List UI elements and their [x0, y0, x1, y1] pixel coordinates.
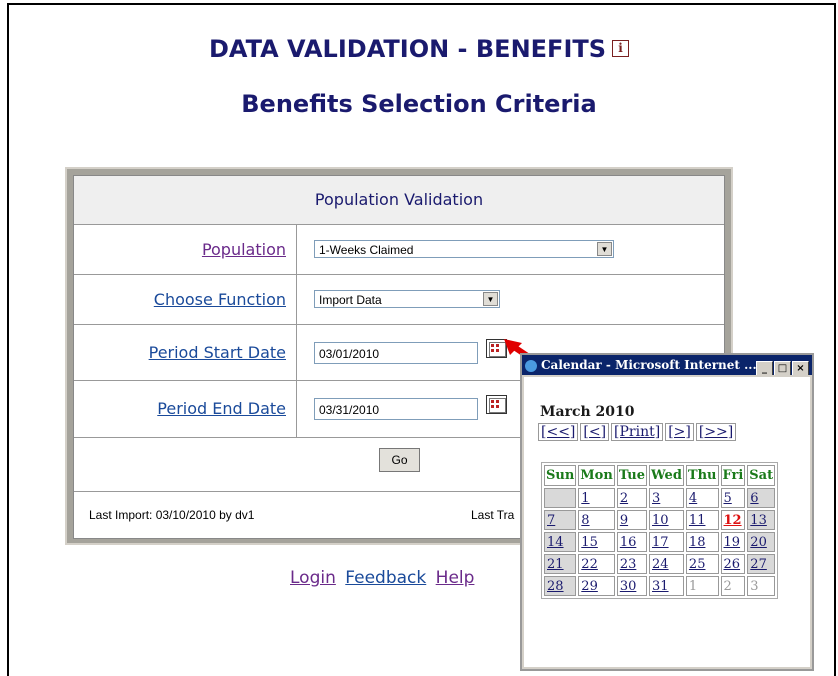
- page-title: DATA VALIDATION - BENEFITS i: [0, 35, 838, 63]
- weekday-header: Fri: [720, 465, 746, 486]
- weekday-header: Mon: [578, 465, 615, 486]
- calendar-day[interactable]: 22: [578, 554, 615, 574]
- calendar-day[interactable]: 11: [685, 510, 719, 530]
- calendar-day[interactable]: 25: [685, 554, 719, 574]
- calendar-icon[interactable]: [486, 395, 507, 414]
- calendar-day[interactable]: 3: [747, 576, 776, 596]
- calendar-day[interactable]: 15: [578, 532, 615, 552]
- last-transaction-text: Last Tra: [471, 508, 515, 522]
- popup-body: March 2010 [<<] [<] [Print] [>] [>>] Sun Mon T…: [524, 377, 810, 667]
- calendar-month: March 2010: [540, 404, 635, 420]
- calendar-day[interactable]: 7: [544, 510, 577, 530]
- calendar-day[interactable]: 9: [616, 510, 648, 530]
- footer-links: Login Feedback Help: [290, 568, 478, 588]
- calendar-day[interactable]: 14: [544, 532, 577, 552]
- weekday-header: Sat: [747, 465, 776, 486]
- calendar-day[interactable]: 2: [720, 576, 746, 596]
- calendar-nav-button[interactable]: [>]: [665, 423, 694, 441]
- period-end-date-link[interactable]: Period End Date: [157, 399, 286, 418]
- login-link[interactable]: Login: [290, 568, 336, 588]
- calendar-day[interactable]: 28: [544, 576, 577, 596]
- calendar-day[interactable]: 21: [544, 554, 577, 574]
- weekday-header: Tue: [616, 465, 648, 486]
- population-link[interactable]: Population: [202, 240, 286, 259]
- population-row: Population 1-Weeks Claimed ▼: [74, 225, 724, 275]
- calendar-nav-button[interactable]: [Print]: [611, 423, 664, 441]
- calendar-day[interactable]: 6: [747, 488, 776, 508]
- function-select[interactable]: Import Data ▼: [314, 290, 500, 308]
- calendar-day[interactable]: 10: [649, 510, 684, 530]
- feedback-link[interactable]: Feedback: [345, 568, 426, 588]
- calendar-day[interactable]: 16: [616, 532, 648, 552]
- weekday-header: Wed: [649, 465, 684, 486]
- calendar-grid: Sun Mon Tue Wed Thu Fri Sat 1 2 3 4 5 6 7 8 9 10 11 12 13 14…: [541, 462, 779, 599]
- calendar-day[interactable]: 20: [747, 532, 776, 552]
- calendar-day[interactable]: 5: [720, 488, 746, 508]
- calendar-day[interactable]: 4: [685, 488, 719, 508]
- weekday-header: Sun: [544, 465, 577, 486]
- calendar-day[interactable]: 30: [616, 576, 648, 596]
- popup-titlebar[interactable]: Calendar - Microsoft Internet ... _ □ ×: [522, 355, 812, 375]
- empty-day: [544, 488, 577, 508]
- weekday-header: Thu: [685, 465, 719, 486]
- calendar-nav-button[interactable]: [>>]: [695, 423, 737, 441]
- end-date-input[interactable]: 03/31/2010: [314, 398, 478, 420]
- calendar-day[interactable]: 19: [720, 532, 746, 552]
- calendar-day[interactable]: 18: [685, 532, 719, 552]
- population-select[interactable]: 1-Weeks Claimed ▼: [314, 240, 614, 258]
- calendar-nav-button[interactable]: [<<]: [538, 423, 579, 441]
- choose-function-link[interactable]: Choose Function: [154, 290, 286, 309]
- calendar-day[interactable]: 17: [649, 532, 684, 552]
- browser-icon: [525, 359, 537, 372]
- calendar-nav: [<<] [<] [Print] [>] [>>]: [538, 421, 738, 441]
- start-date-input[interactable]: 03/01/2010: [314, 342, 478, 364]
- calendar-day[interactable]: 26: [720, 554, 746, 574]
- close-icon[interactable]: ×: [792, 361, 809, 375]
- calendar-day[interactable]: 27: [747, 554, 776, 574]
- calendar-day[interactable]: 13: [747, 510, 776, 530]
- help-link[interactable]: Help: [436, 568, 475, 588]
- chevron-down-icon[interactable]: ▼: [597, 242, 612, 256]
- calendar-day[interactable]: 1: [685, 576, 719, 596]
- calendar-day[interactable]: 1: [578, 488, 615, 508]
- calendar-day[interactable]: 24: [649, 554, 684, 574]
- period-start-date-link[interactable]: Period Start Date: [149, 343, 286, 362]
- chevron-down-icon[interactable]: ▼: [483, 292, 498, 306]
- info-icon[interactable]: i: [612, 39, 630, 57]
- maximize-icon[interactable]: □: [774, 361, 791, 375]
- calendar-nav-button[interactable]: [<]: [580, 423, 610, 441]
- page-subtitle: Benefits Selection Criteria: [241, 90, 597, 118]
- calendar-day[interactable]: 31: [649, 576, 684, 596]
- go-button[interactable]: Go: [379, 448, 420, 472]
- calendar-day[interactable]: 12: [720, 510, 746, 530]
- calendar-day[interactable]: 3: [649, 488, 684, 508]
- last-import-text: Last Import: 03/10/2010 by dv1: [89, 508, 255, 522]
- calendar-day[interactable]: 2: [616, 488, 648, 508]
- minimize-icon[interactable]: _: [756, 361, 773, 375]
- calendar-day[interactable]: 29: [578, 576, 615, 596]
- calendar-day[interactable]: 8: [578, 510, 615, 530]
- panel-heading: Population Validation: [74, 176, 724, 225]
- calendar-popup-window: Calendar - Microsoft Internet ... _ □ × Ma…: [520, 353, 814, 671]
- calendar-day[interactable]: 23: [616, 554, 648, 574]
- function-row: Choose Function Import Data ▼: [74, 275, 724, 325]
